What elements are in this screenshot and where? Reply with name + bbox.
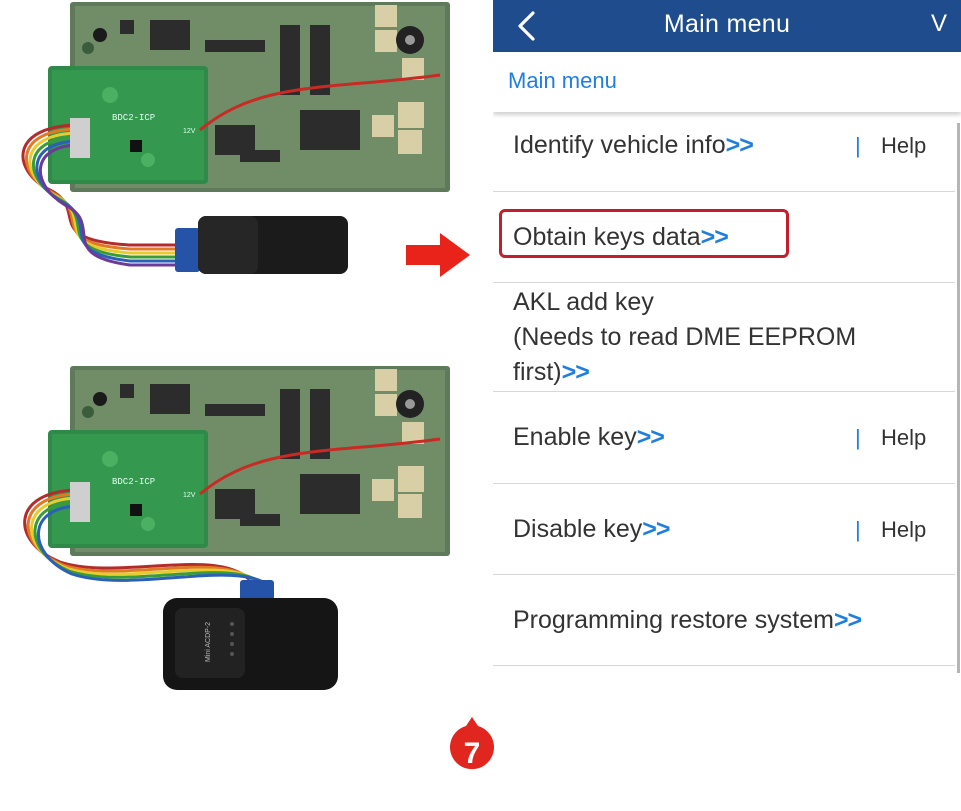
menu-item-programming-restore-system[interactable]: Programming restore system>> (493, 575, 955, 666)
menu-item-label: Programming restore system>> (513, 606, 862, 634)
title-suffix: V (930, 10, 947, 37)
menu-item-label: AKL add key (Needs to read DME EEPROM fi… (513, 288, 857, 386)
menu-item-label: Identify vehicle info>> (513, 131, 754, 159)
menu-item-identify-vehicle-info[interactable]: Identify vehicle info>> | Help (493, 100, 955, 192)
scrollbar[interactable] (957, 123, 960, 673)
bdc2-icp-adapter-photo-bottom: BDC2-ICP 12V Mini ACDP-2 (23, 366, 450, 690)
right-arrow-icon (406, 233, 470, 277)
menu-item-enable-key[interactable]: Enable key>> | Help (493, 392, 955, 484)
volt-label-top: 12V (183, 128, 196, 135)
bdc2-icp-adapter-photo-top: BDC2-ICP 12V (21, 2, 450, 274)
help-link-disable[interactable]: Help (881, 517, 926, 543)
board-label-top: BDC2-ICP (112, 113, 155, 123)
help-separator: | (855, 425, 861, 450)
menu-item-disable-key[interactable]: Disable key>> | Help (493, 484, 955, 575)
help-link-enable[interactable]: Help (881, 425, 926, 451)
help-link-identify[interactable]: Help (881, 133, 926, 159)
main-menu-list: Identify vehicle info>> | Help Obtain ke… (493, 100, 955, 666)
help-separator: | (855, 133, 861, 158)
breadcrumb-bar: Main menu (493, 52, 961, 112)
menu-item-label: Enable key>> (513, 423, 665, 451)
help-separator: | (855, 517, 861, 542)
device-label: Mini ACDP-2 (205, 622, 212, 662)
phone-screen: Main menu V Main menu Identify vehicle i… (493, 0, 961, 684)
step-number: 7 (464, 737, 481, 770)
step-number-badge: 7 (450, 717, 494, 770)
title-bar: Main menu V (493, 0, 961, 52)
board-label-bottom: BDC2-ICP (112, 477, 155, 487)
breadcrumb[interactable]: Main menu (508, 68, 617, 94)
volt-label-bottom: 12V (183, 492, 196, 499)
page-title: Main menu (663, 10, 791, 38)
menu-item-label: Disable key>> (513, 515, 670, 543)
highlight-box-obtain-keys-data (499, 209, 789, 258)
menu-item-akl-add-key[interactable]: AKL add key (Needs to read DME EEPROM fi… (493, 283, 955, 392)
